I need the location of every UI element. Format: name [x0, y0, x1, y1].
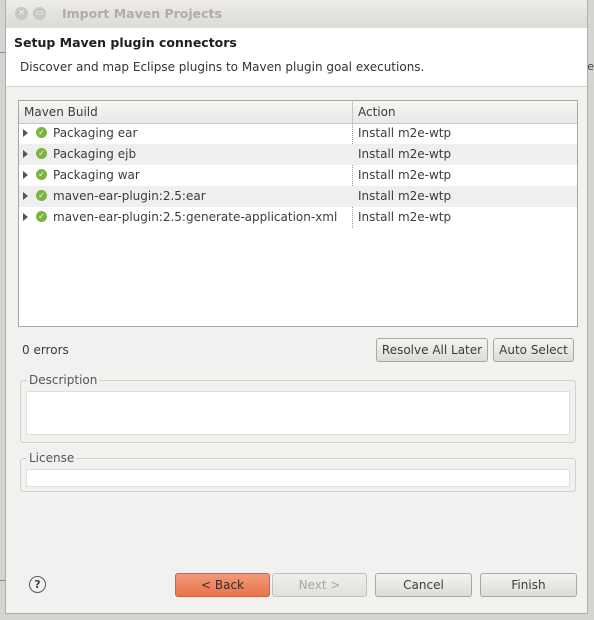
table-body: ✓ Packaging ear Install m2e-wtp ✓ Packag… [19, 123, 577, 228]
check-icon: ✓ [36, 211, 47, 222]
action-cell[interactable]: Install m2e-wtp [358, 210, 451, 224]
background-window-text: e [587, 60, 594, 73]
check-icon: ✓ [36, 169, 47, 180]
column-separator[interactable] [352, 101, 353, 123]
title-bar: × ▭ Import Maven Projects [6, 0, 587, 29]
maven-build-cell: Packaging war [53, 168, 140, 182]
maximize-icon[interactable]: ▭ [33, 7, 46, 20]
check-icon: ✓ [36, 190, 47, 201]
check-icon: ✓ [36, 148, 47, 159]
license-label: License [27, 451, 77, 465]
table-header: Maven Build Action [19, 101, 577, 124]
description-label: Description [27, 373, 100, 387]
column-header-maven-build[interactable]: Maven Build [24, 105, 98, 119]
check-icon: ✓ [36, 127, 47, 138]
action-cell[interactable]: Install m2e-wtp [358, 168, 451, 182]
page-description: Discover and map Eclipse plugins to Mave… [20, 60, 425, 74]
auto-select-button[interactable]: Auto Select [493, 338, 574, 362]
action-cell[interactable]: Install m2e-wtp [358, 147, 451, 161]
resolve-all-later-button[interactable]: Resolve All Later [376, 338, 488, 362]
expand-arrow-icon[interactable] [23, 171, 28, 179]
window-title: Import Maven Projects [62, 6, 222, 21]
cancel-button[interactable]: Cancel [375, 573, 472, 597]
column-header-action[interactable]: Action [358, 105, 396, 119]
action-cell[interactable]: Install m2e-wtp [358, 189, 451, 203]
maven-build-cell: Packaging ear [53, 126, 138, 140]
finish-button[interactable]: Finish [480, 573, 577, 597]
error-count: 0 errors [22, 343, 69, 357]
expand-arrow-icon[interactable] [23, 150, 28, 158]
page-title: Setup Maven plugin connectors [14, 35, 237, 50]
expand-arrow-icon[interactable] [23, 213, 28, 221]
maven-build-cell: maven-ear-plugin:2.5:ear [53, 189, 206, 203]
license-field [26, 469, 570, 487]
next-button: Next > [272, 573, 367, 597]
close-icon[interactable]: × [15, 7, 28, 20]
description-group: Description [20, 373, 576, 443]
connectors-table[interactable]: Maven Build Action ✓ Packaging ear Insta… [18, 100, 578, 327]
wizard-header: Setup Maven plugin connectors Discover a… [6, 28, 587, 87]
table-row[interactable]: ✓ Packaging war Install m2e-wtp [19, 165, 577, 186]
maven-build-cell: maven-ear-plugin:2.5:generate-applicatio… [53, 210, 338, 224]
table-row[interactable]: ✓ maven-ear-plugin:2.5:ear Install m2e-w… [19, 186, 577, 207]
import-maven-projects-dialog: × ▭ Import Maven Projects Setup Maven pl… [5, 0, 588, 614]
expand-arrow-icon[interactable] [23, 192, 28, 200]
license-group: License [20, 451, 576, 492]
table-row[interactable]: ✓ Packaging ear Install m2e-wtp [19, 123, 577, 144]
action-cell[interactable]: Install m2e-wtp [358, 126, 451, 140]
table-row[interactable]: ✓ maven-ear-plugin:2.5:generate-applicat… [19, 207, 577, 228]
description-field [26, 391, 570, 435]
maven-build-cell: Packaging ejb [53, 147, 137, 161]
help-icon[interactable]: ? [29, 576, 46, 593]
back-button[interactable]: < Back [175, 573, 270, 597]
expand-arrow-icon[interactable] [23, 129, 28, 137]
table-row[interactable]: ✓ Packaging ejb Install m2e-wtp [19, 144, 577, 165]
